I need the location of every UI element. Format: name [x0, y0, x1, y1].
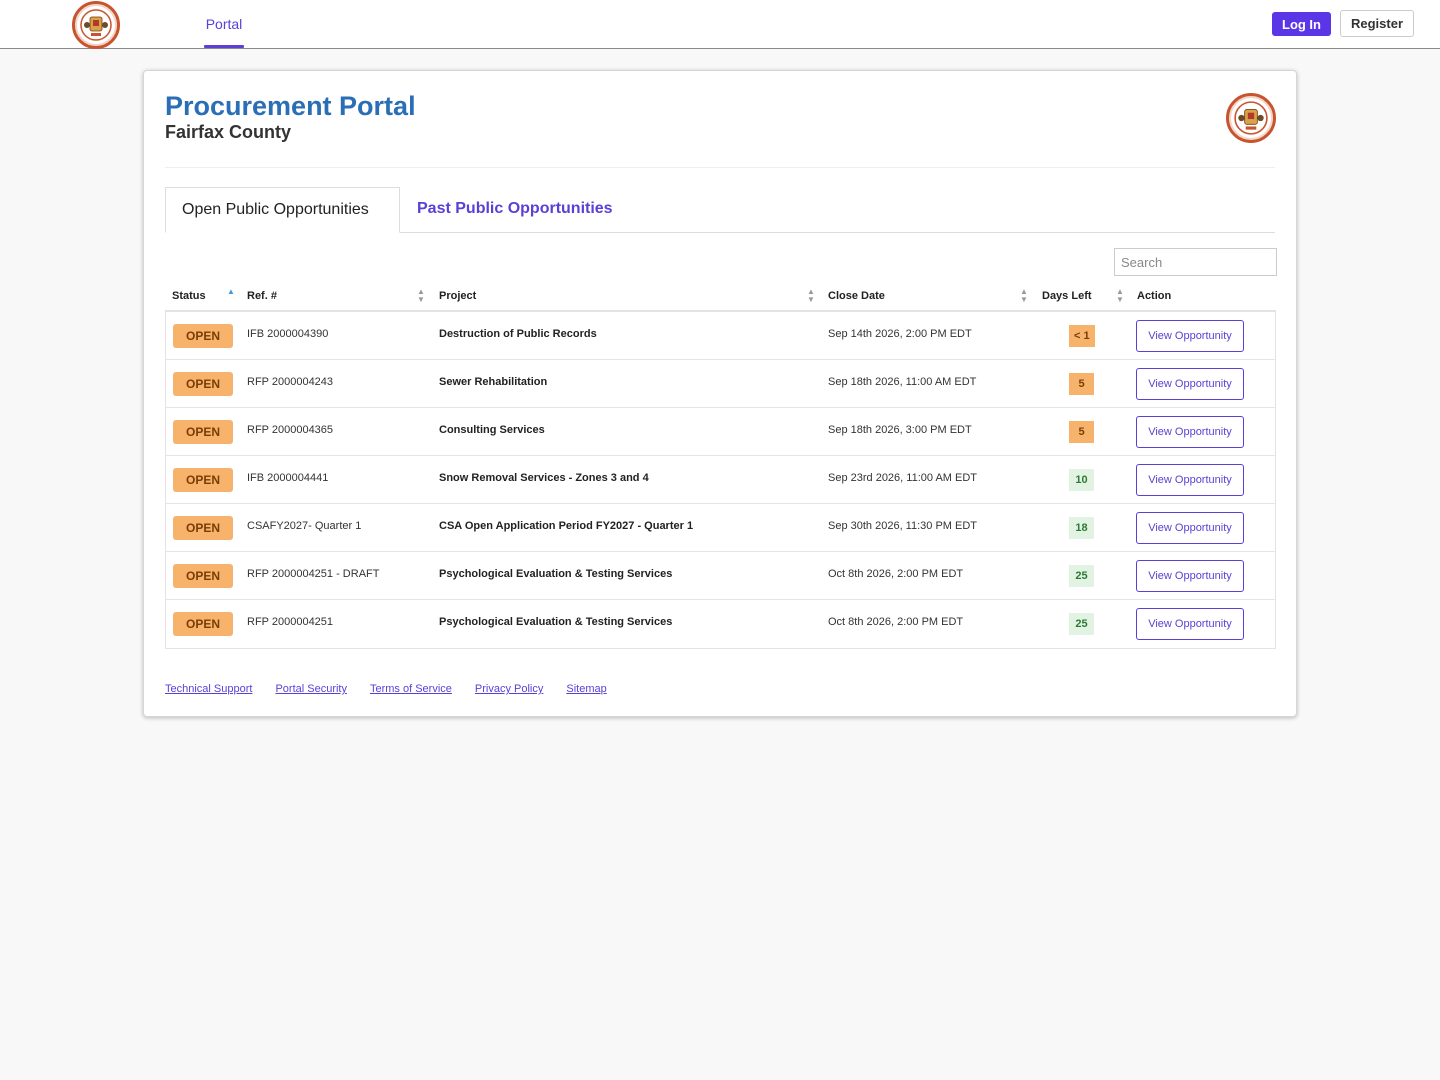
- view-opportunity-button[interactable]: View Opportunity: [1136, 464, 1244, 496]
- project-name: CSA Open Application Period FY2027 - Qua…: [439, 520, 694, 532]
- ref-number: IFB 2000004441: [247, 472, 329, 484]
- days-left-badge: 25: [1069, 613, 1094, 635]
- sort-asc-icon[interactable]: ▲: [227, 288, 235, 296]
- county-seal-icon: [1226, 93, 1276, 143]
- page-title: Procurement Portal: [165, 91, 416, 121]
- login-button[interactable]: Log In: [1272, 12, 1331, 36]
- view-opportunity-button[interactable]: View Opportunity: [1136, 320, 1244, 352]
- table-row: OPEN RFP 2000004251 Psychological Evalua…: [166, 600, 1275, 648]
- footer-link-sitemap[interactable]: Sitemap: [566, 683, 606, 695]
- days-left-badge: < 1: [1069, 325, 1095, 347]
- close-date: Oct 8th 2026, 2:00 PM EDT: [828, 568, 964, 580]
- column-header-ref[interactable]: Ref. #: [247, 290, 277, 302]
- project-name: Psychological Evaluation & Testing Servi…: [439, 616, 673, 628]
- project-name: Sewer Rehabilitation: [439, 376, 548, 388]
- project-name: Consulting Services: [439, 424, 545, 436]
- sort-both-icon[interactable]: ▲ ▼: [1020, 288, 1028, 304]
- column-header-action: Action: [1137, 290, 1172, 302]
- project-name: Psychological Evaluation & Testing Servi…: [439, 568, 673, 580]
- sort-both-icon[interactable]: ▲ ▼: [807, 288, 815, 304]
- opportunities-table: Status ▲ Ref. # ▲ ▼ Project ▲ ▼ Close Date…: [165, 282, 1276, 649]
- ref-number: RFP 2000004251 - DRAFT: [247, 568, 380, 580]
- nav-tab-portal[interactable]: Portal: [196, 0, 252, 48]
- close-date: Sep 18th 2026, 11:00 AM EDT: [828, 376, 977, 388]
- column-header-close-date[interactable]: Close Date: [828, 290, 885, 302]
- days-left-badge: 5: [1069, 421, 1094, 443]
- close-date: Sep 30th 2026, 11:30 PM EDT: [828, 520, 977, 532]
- table-row: OPEN RFP 2000004365 Consulting Services …: [166, 408, 1275, 456]
- ref-number: IFB 2000004390: [247, 328, 329, 340]
- project-name: Snow Removal Services - Zones 3 and 4: [439, 472, 649, 484]
- search-input[interactable]: [1114, 248, 1277, 276]
- status-badge: OPEN: [173, 372, 233, 396]
- header-divider: [165, 167, 1275, 168]
- project-name: Destruction of Public Records: [439, 328, 597, 340]
- register-button[interactable]: Register: [1340, 10, 1414, 37]
- sort-both-icon[interactable]: ▲ ▼: [1116, 288, 1124, 304]
- ref-number: RFP 2000004251: [247, 616, 334, 628]
- table-row: OPEN RFP 2000004251 - DRAFT Psychologica…: [166, 552, 1275, 600]
- column-header-project[interactable]: Project: [439, 290, 476, 302]
- close-date: Sep 14th 2026, 2:00 PM EDT: [828, 328, 972, 340]
- view-opportunity-button[interactable]: View Opportunity: [1136, 560, 1244, 592]
- ref-number: RFP 2000004243: [247, 376, 334, 388]
- close-date: Sep 18th 2026, 3:00 PM EDT: [828, 424, 972, 436]
- view-opportunity-button[interactable]: View Opportunity: [1136, 368, 1244, 400]
- active-tab-indicator: [204, 45, 244, 48]
- nav-tab-portal-label: Portal: [205, 16, 243, 32]
- ref-number: CSAFY2027- Quarter 1: [247, 520, 362, 532]
- view-opportunity-button[interactable]: View Opportunity: [1136, 512, 1244, 544]
- procurement-card: Procurement Portal Fairfax County Open P…: [143, 70, 1297, 717]
- days-left-badge: 18: [1069, 517, 1094, 539]
- table-row: OPEN IFB 2000004441 Snow Removal Service…: [166, 456, 1275, 504]
- tab-open-opportunities[interactable]: Open Public Opportunities: [165, 187, 400, 233]
- table-header: Status ▲ Ref. # ▲ ▼ Project ▲ ▼ Close Date…: [165, 282, 1276, 312]
- status-badge: OPEN: [173, 324, 233, 348]
- status-badge: OPEN: [173, 564, 233, 588]
- view-opportunity-button[interactable]: View Opportunity: [1136, 608, 1244, 640]
- status-badge: OPEN: [173, 516, 233, 540]
- days-left-badge: 25: [1069, 565, 1094, 587]
- status-badge: OPEN: [173, 612, 233, 636]
- table-row: OPEN CSAFY2027- Quarter 1 CSA Open Appli…: [166, 504, 1275, 552]
- footer-link-technical-support[interactable]: Technical Support: [165, 683, 252, 695]
- close-date: Oct 8th 2026, 2:00 PM EDT: [828, 616, 964, 628]
- view-opportunity-button[interactable]: View Opportunity: [1136, 416, 1244, 448]
- days-left-badge: 10: [1069, 469, 1094, 491]
- footer-link-privacy-policy[interactable]: Privacy Policy: [475, 683, 543, 695]
- page-subtitle: Fairfax County: [165, 122, 292, 142]
- table-row: OPEN IFB 2000004390 Destruction of Publi…: [166, 312, 1275, 360]
- top-navbar: Portal Log In Register: [0, 0, 1440, 49]
- footer-links: Technical Support Portal Security Terms …: [165, 683, 607, 695]
- footer-link-terms-of-service[interactable]: Terms of Service: [370, 683, 452, 695]
- column-header-days-left[interactable]: Days Left: [1042, 290, 1092, 302]
- table-row: OPEN RFP 2000004243 Sewer Rehabilitation…: [166, 360, 1275, 408]
- county-seal-icon[interactable]: [72, 1, 120, 49]
- days-left-badge: 5: [1069, 373, 1094, 395]
- column-header-status[interactable]: Status: [172, 290, 206, 302]
- status-badge: OPEN: [173, 420, 233, 444]
- status-badge: OPEN: [173, 468, 233, 492]
- tab-past-opportunities[interactable]: Past Public Opportunities: [401, 187, 629, 233]
- footer-link-portal-security[interactable]: Portal Security: [275, 683, 347, 695]
- close-date: Sep 23rd 2026, 11:00 AM EDT: [828, 472, 977, 484]
- sort-both-icon[interactable]: ▲ ▼: [417, 288, 425, 304]
- table-body: OPEN IFB 2000004390 Destruction of Publi…: [165, 312, 1276, 649]
- ref-number: RFP 2000004365: [247, 424, 334, 436]
